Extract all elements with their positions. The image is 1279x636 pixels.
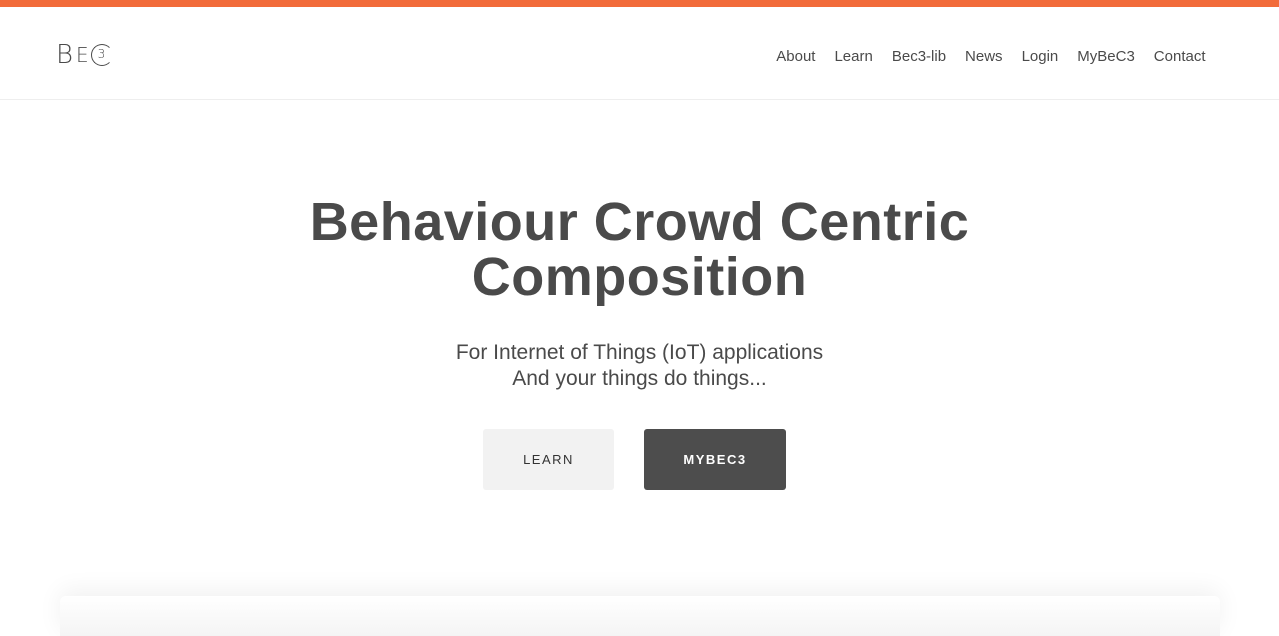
nav-item-mybec3[interactable]: MyBeC3 bbox=[1068, 47, 1145, 67]
nav-item-bec3-lib[interactable]: Bec3-lib bbox=[882, 47, 955, 67]
hero-title: Behaviour Crowd Centric Composition bbox=[0, 195, 1279, 305]
content-card-edge bbox=[60, 596, 1220, 636]
hero-subtitle: For Internet of Things (IoT) application… bbox=[0, 340, 1279, 392]
nav-item-about[interactable]: About bbox=[767, 47, 825, 67]
hero-section: Behaviour Crowd Centric Composition For … bbox=[0, 195, 1279, 392]
main-nav: About Learn Bec3-lib News Login MyBeC3 C… bbox=[767, 47, 1215, 67]
hero-buttons: LEARN MYBEC3 bbox=[0, 429, 1279, 490]
logo-c3-mark: 3 bbox=[90, 44, 113, 66]
logo-letter-b: B bbox=[56, 40, 75, 70]
nav-item-learn[interactable]: Learn bbox=[825, 47, 882, 67]
mybec3-button[interactable]: MYBEC3 bbox=[644, 429, 786, 490]
site-header: B E 3 About Learn Bec3-lib News Login My… bbox=[0, 7, 1279, 100]
hero-title-line-1: Behaviour Crowd Centric bbox=[309, 192, 970, 252]
bec3-logo[interactable]: B E 3 bbox=[56, 40, 116, 70]
hero-subtitle-line-1: For Internet of Things (IoT) application… bbox=[455, 341, 824, 364]
nav-item-login[interactable]: Login bbox=[1012, 47, 1068, 67]
nav-item-contact[interactable]: Contact bbox=[1144, 47, 1215, 67]
logo-letter-e: E bbox=[76, 43, 90, 67]
learn-button[interactable]: LEARN bbox=[483, 429, 614, 490]
nav-item-news[interactable]: News bbox=[956, 47, 1013, 67]
top-accent-bar bbox=[0, 0, 1279, 7]
hero-subtitle-line-2: And your things do things... bbox=[512, 367, 767, 390]
hero-title-line-2: Composition bbox=[471, 247, 808, 307]
logo-digit-three: 3 bbox=[97, 47, 107, 61]
